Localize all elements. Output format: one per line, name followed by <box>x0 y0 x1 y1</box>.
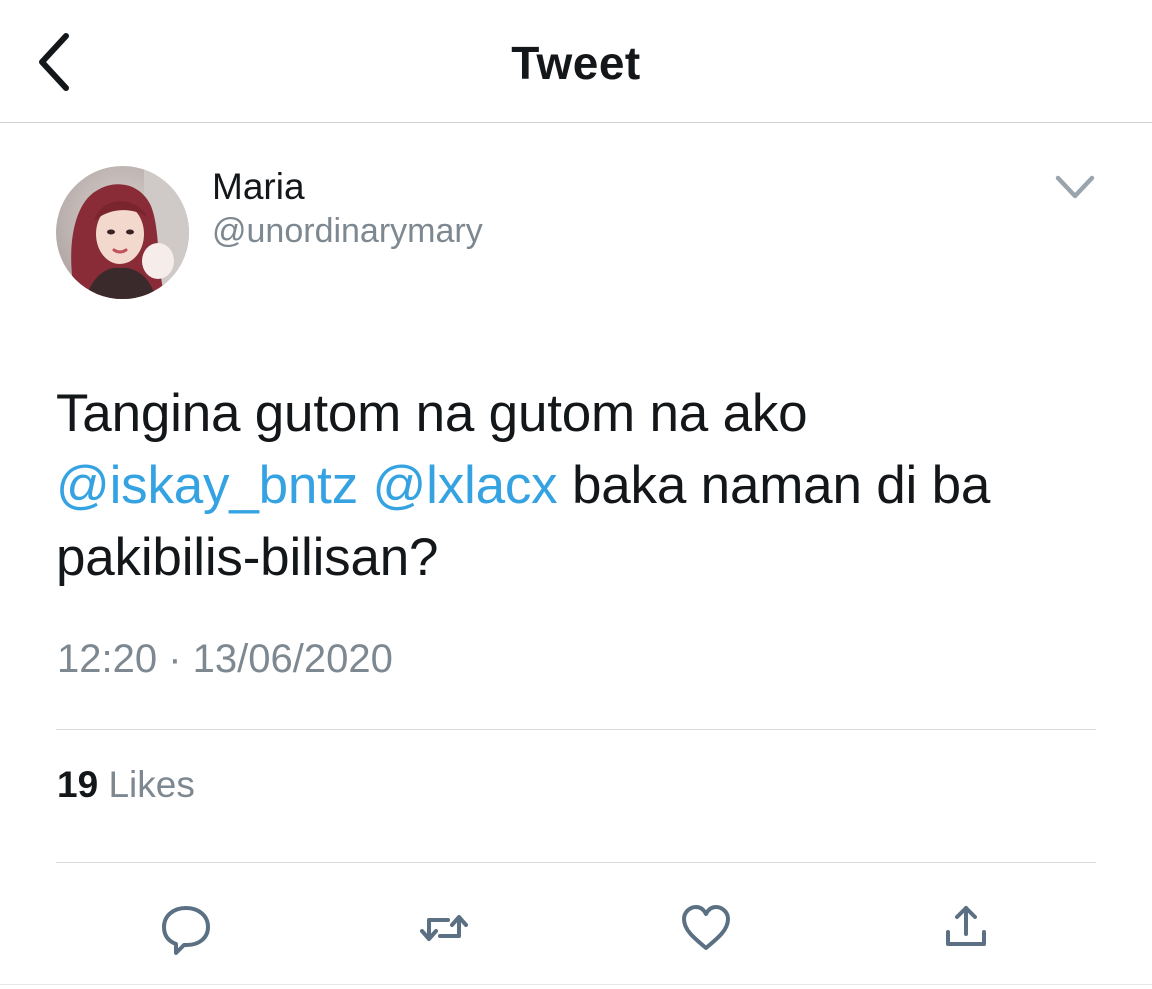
mention-link[interactable]: @lxlacx <box>373 456 558 515</box>
likes-label: Likes <box>108 764 195 805</box>
reply-icon <box>162 906 210 955</box>
divider <box>56 862 1096 863</box>
retweet-icon <box>420 915 468 941</box>
tweet-menu-button[interactable] <box>1050 168 1100 208</box>
bottom-divider <box>0 984 1152 985</box>
like-icon <box>682 905 730 950</box>
author-display-name[interactable]: Maria <box>212 166 305 208</box>
divider <box>56 729 1096 730</box>
likes-count: 19 <box>57 764 99 805</box>
share-icon <box>946 906 986 946</box>
reply-button[interactable] <box>156 898 216 958</box>
likes-stat[interactable]: 19 Likes <box>57 764 195 806</box>
author-handle[interactable]: @unordinarymary <box>212 212 483 251</box>
top-nav-bar: Tweet <box>0 0 1152 123</box>
profile-photo <box>56 166 189 299</box>
chevron-down-icon <box>1055 175 1095 199</box>
tweet-text: Tangina gutom na gutom na ako @iskay_bnt… <box>56 378 1116 594</box>
like-button[interactable] <box>676 898 736 958</box>
avatar[interactable] <box>56 166 189 299</box>
retweet-button[interactable] <box>414 898 474 958</box>
share-button[interactable] <box>936 898 996 958</box>
tweet-timestamp: 12:20 · 13/06/2020 <box>57 637 393 681</box>
mention-link[interactable]: @iskay_bntz <box>56 456 358 515</box>
text-space <box>358 456 373 515</box>
page-title: Tweet <box>511 37 641 89</box>
tweet-text-part: Tangina gutom na gutom na ako <box>56 384 808 443</box>
